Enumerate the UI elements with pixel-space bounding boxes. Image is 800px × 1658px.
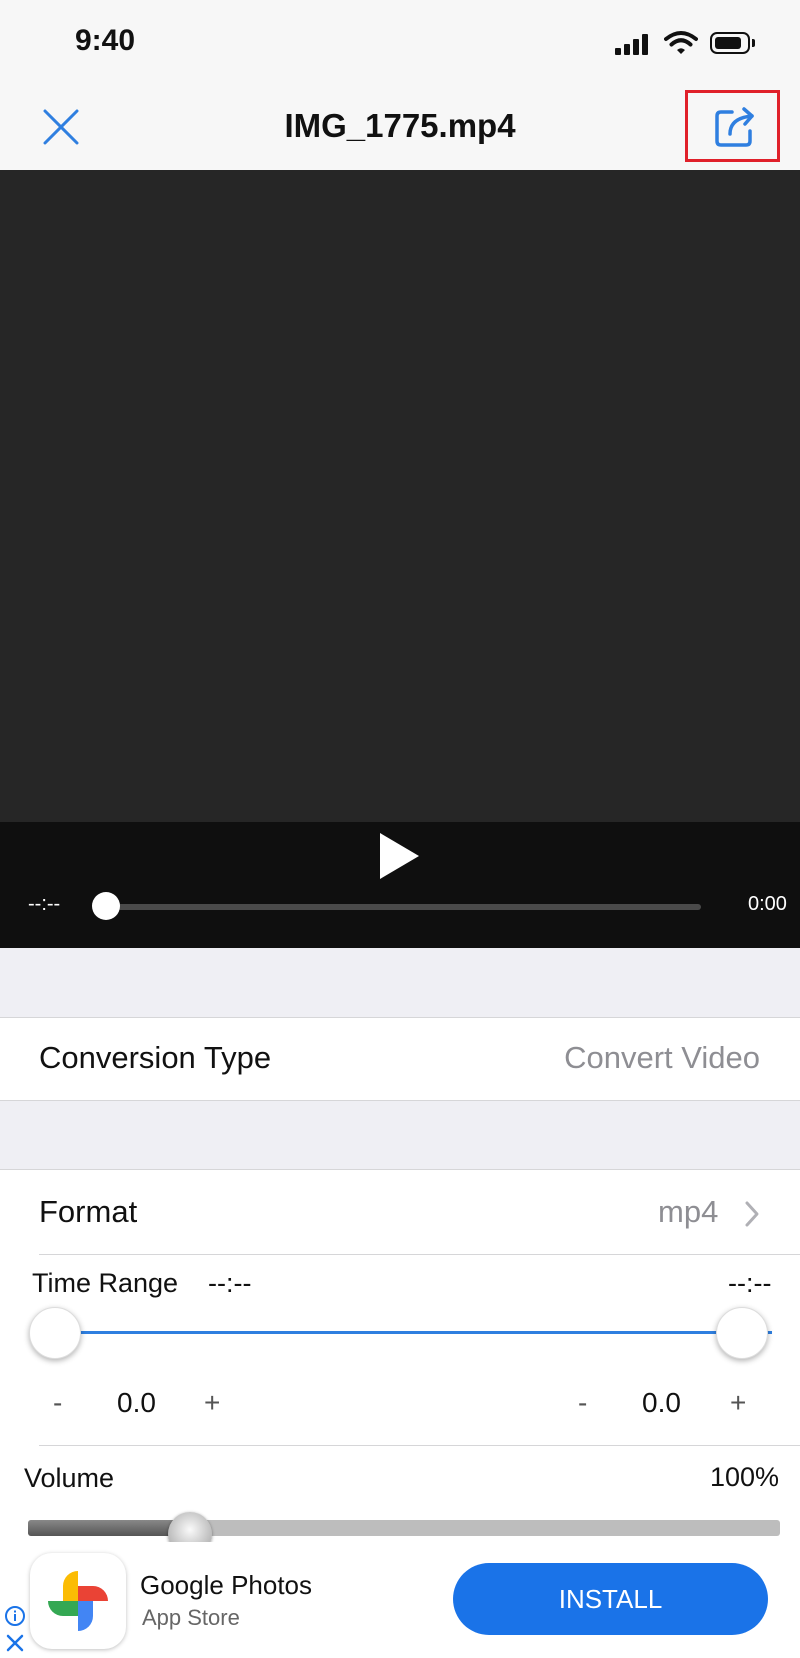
- time-range-start: --:--: [208, 1268, 252, 1298]
- play-icon[interactable]: [373, 830, 423, 882]
- battery-icon: [710, 32, 755, 54]
- install-button[interactable]: INSTALL: [453, 1563, 768, 1635]
- time-range-end-handle[interactable]: [716, 1307, 768, 1359]
- ad-store-name: App Store: [142, 1605, 240, 1630]
- start-decrement-button[interactable]: -: [53, 1387, 62, 1419]
- volume-label: Volume: [24, 1463, 115, 1493]
- info-icon[interactable]: [4, 1605, 26, 1627]
- chevron-right-icon: [745, 1201, 759, 1227]
- end-offset-value: 0.0: [642, 1387, 681, 1418]
- share-icon[interactable]: [712, 102, 760, 150]
- google-photos-icon[interactable]: [30, 1553, 126, 1649]
- end-increment-button[interactable]: +: [730, 1387, 746, 1419]
- start-increment-button[interactable]: +: [204, 1387, 220, 1419]
- status-time: 9:40: [75, 24, 136, 57]
- duration-time: 0:00: [748, 893, 787, 915]
- time-range-track[interactable]: [54, 1331, 772, 1334]
- format-row[interactable]: Format mp4: [0, 1170, 800, 1255]
- conversion-type-row[interactable]: Conversion Type Convert Video: [0, 1017, 800, 1101]
- ad-close-icon[interactable]: [4, 1632, 26, 1654]
- time-range-start-handle[interactable]: [29, 1307, 81, 1359]
- format-value: mp4: [658, 1194, 719, 1229]
- wifi-icon: [664, 31, 698, 54]
- page-title: IMG_1775.mp4: [284, 107, 516, 144]
- time-range-label: Time Range: [32, 1268, 179, 1298]
- video-player[interactable]: [0, 170, 800, 822]
- start-offset-value: 0.0: [117, 1387, 156, 1418]
- format-label: Format: [39, 1194, 138, 1229]
- progress-scrubber[interactable]: [92, 892, 120, 920]
- conversion-type-label: Conversion Type: [39, 1040, 272, 1075]
- progress-track[interactable]: [107, 904, 701, 910]
- conversion-type-value: Convert Video: [564, 1040, 760, 1075]
- close-icon[interactable]: [38, 104, 84, 150]
- ad-app-name: Google Photos: [140, 1570, 313, 1600]
- end-decrement-button[interactable]: -: [578, 1387, 587, 1419]
- signal-icon: [615, 33, 651, 55]
- elapsed-time: --:--: [28, 893, 61, 915]
- volume-value: 100%: [710, 1462, 780, 1492]
- time-range-end: --:--: [728, 1268, 772, 1298]
